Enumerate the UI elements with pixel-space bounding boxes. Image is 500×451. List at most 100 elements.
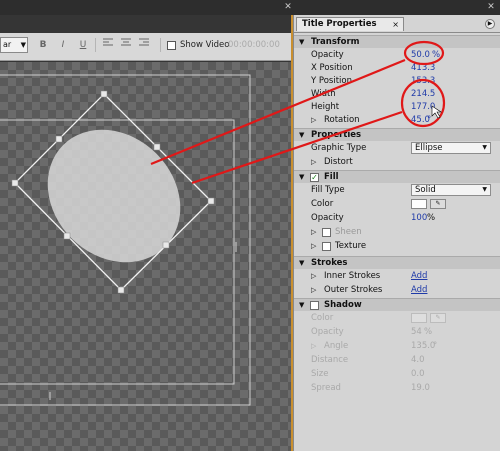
prop-label: Angle [324, 341, 349, 351]
opacity-value[interactable]: 50.0 [411, 49, 430, 62]
prop-height: Height 177.0 [294, 101, 500, 114]
prop-label: Height [311, 102, 340, 112]
ellipse-shape[interactable] [21, 103, 208, 290]
prop-label: Color [311, 313, 334, 323]
y-position-value[interactable]: 153.3 [411, 75, 435, 88]
expand-right-icon[interactable]: ▷ [311, 226, 319, 239]
prop-y-position: Y Position 153.3 [294, 75, 500, 88]
section-label: Strokes [311, 258, 348, 268]
show-video-checkbox[interactable] [167, 41, 176, 50]
prop-label: X Position [311, 63, 353, 73]
section-strokes[interactable]: ▼ Strokes [294, 256, 500, 269]
fill-type-select[interactable]: Solid ▼ [411, 184, 491, 196]
underline-button[interactable]: U [76, 38, 90, 52]
expand-right-icon[interactable]: ▷ [311, 284, 319, 297]
font-select[interactable]: ar ▼ [0, 37, 28, 53]
select-value: Solid [415, 185, 436, 195]
expand-right-icon: ▷ [311, 342, 317, 350]
prop-shadow-distance: Distance 4.0 [294, 354, 500, 367]
expand-down-icon: ▼ [299, 259, 305, 267]
expand-right-icon[interactable]: ▷ [311, 114, 319, 127]
prop-shadow-spread: Spread 19.0 [294, 382, 500, 395]
prop-label: Graphic Type [311, 143, 367, 153]
unit-label: % [424, 327, 433, 337]
tab-title-properties[interactable]: Title Properties × [296, 17, 404, 31]
prop-inner-strokes: ▷ Inner Strokes Add [294, 270, 500, 283]
prop-shadow-opacity: Opacity 54 % [294, 326, 500, 339]
section-label: Fill [324, 172, 339, 182]
shadow-opacity-value: 54 [411, 327, 422, 337]
section-transform[interactable]: ▼ Transform [294, 35, 500, 48]
unit-label: ° [433, 341, 438, 351]
prop-shadow-color: Color ✎ [294, 312, 500, 325]
italic-button[interactable]: I [56, 38, 70, 52]
height-value[interactable]: 177.0 [411, 101, 435, 114]
x-position-value[interactable]: 413.3 [411, 62, 435, 75]
align-left-icon[interactable] [101, 38, 115, 52]
bold-button[interactable]: B [36, 38, 50, 52]
section-label: Shadow [324, 300, 362, 310]
tab-close-icon[interactable]: × [392, 18, 399, 31]
expand-right-icon[interactable]: ▷ [311, 156, 319, 169]
panel-title: Title Properties [302, 19, 377, 29]
align-right-icon[interactable] [137, 38, 151, 52]
section-fill[interactable]: ▼ ✓ Fill [294, 170, 500, 183]
prop-texture: ▷ Texture [294, 240, 500, 253]
shadow-angle-value: 135.0 [411, 341, 436, 351]
expand-right-icon[interactable]: ▷ [311, 270, 319, 283]
fill-checkbox[interactable]: ✓ [310, 173, 319, 182]
expand-down-icon: ▼ [299, 173, 305, 181]
props-close-icon[interactable]: ✕ [486, 2, 496, 12]
shadow-spread-value: 19.0 [411, 383, 430, 393]
properties-list: ▼ Transform Opacity 50.0 % X Position 41… [294, 32, 500, 451]
prop-fill-opacity: Opacity 100 % [294, 212, 500, 225]
prop-opacity: Opacity 50.0 % [294, 49, 500, 62]
prop-label: Size [311, 369, 329, 379]
prop-label: Y Position [311, 76, 352, 86]
width-value[interactable]: 214.5 [411, 88, 435, 101]
prop-sheen: ▷ Sheen [294, 226, 500, 239]
add-inner-stroke-link[interactable]: Add [411, 270, 427, 283]
section-properties[interactable]: ▼ Properties [294, 128, 500, 141]
title-toolbar: ar ▼ B I U Show Video 00:00:00:00 [0, 33, 291, 61]
panel-menu-icon[interactable]: ▶ [485, 19, 495, 29]
chevron-down-icon: ▼ [20, 41, 26, 49]
prop-graphic-type: Graphic Type Ellipse ▼ [294, 142, 500, 155]
shadow-checkbox[interactable] [310, 301, 319, 310]
graphic-type-select[interactable]: Ellipse ▼ [411, 142, 491, 154]
unit-label: % [427, 213, 436, 223]
fill-opacity-value[interactable]: 100 [411, 212, 427, 225]
eyedropper-icon: ✎ [430, 313, 446, 323]
show-video-label: Show Video [180, 40, 230, 50]
texture-checkbox[interactable] [322, 242, 331, 251]
prop-distort: ▷ Distort [294, 156, 500, 169]
add-outer-stroke-link[interactable]: Add [411, 284, 427, 297]
align-center-icon[interactable] [119, 38, 133, 52]
toolbar-divider [95, 38, 96, 52]
editor-close-icon[interactable]: ✕ [283, 2, 293, 12]
prop-shadow-size: Size 0.0 [294, 368, 500, 381]
prop-label: Rotation [324, 115, 360, 125]
prop-label: Width [311, 89, 336, 99]
eyedropper-icon[interactable]: ✎ [430, 199, 446, 209]
font-select-value: ar [3, 40, 12, 49]
expand-right-icon[interactable]: ▷ [311, 240, 319, 253]
prop-label: Opacity [311, 213, 344, 223]
prop-label: Spread [311, 383, 341, 393]
canvas-drawing [0, 74, 251, 406]
prop-fill-type: Fill Type Solid ▼ [294, 184, 500, 197]
prop-label: Inner Strokes [324, 271, 381, 281]
unit-label: ° [427, 115, 432, 125]
sheen-checkbox[interactable] [322, 228, 331, 237]
title-editor-panel: ar ▼ B I U Show Video 00:00:00:00 [0, 15, 293, 451]
prop-width: Width 214.5 [294, 88, 500, 101]
prop-label: Texture [335, 241, 367, 251]
prop-outer-strokes: ▷ Outer Strokes Add [294, 284, 500, 297]
title-canvas[interactable] [0, 62, 291, 451]
fill-color-swatch[interactable] [411, 199, 427, 209]
prop-label: Distort [324, 157, 353, 167]
prop-label: Distance [311, 355, 349, 365]
section-label: Transform [311, 37, 360, 47]
toolbar-divider [160, 38, 161, 52]
section-shadow[interactable]: ▼ Shadow [294, 298, 500, 311]
